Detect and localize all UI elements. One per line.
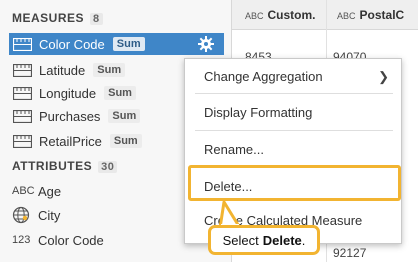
instruction-callout: Select Delete. [208,225,320,255]
chevron-right-icon: ❯ [378,69,389,84]
attribute-item-city[interactable]: City [12,204,60,226]
measure-label: Latitude [39,62,86,78]
gear-icon[interactable] [198,36,214,52]
measure-ruler-icon [12,37,33,51]
aggregation-badge: Sum [104,86,136,100]
aggregation-badge: Sum [109,134,142,148]
measure-ruler-icon [12,63,33,77]
menu-item-display-formatting[interactable]: Display Formatting [185,95,401,129]
measure-ruler-icon [12,109,33,123]
text-type-icon: ABC [337,11,356,21]
column-label: Custom. [267,8,316,22]
measure-label: Longitude [39,85,97,101]
delete-highlight [188,165,401,201]
attribute-item-age[interactable]: ABC Age [12,180,61,202]
menu-divider [195,130,393,131]
column-label: PostalC [359,8,405,22]
measure-label: Purchases [39,108,101,124]
attribute-label: Color Code [38,232,104,248]
attributes-count: 30 [98,161,118,173]
column-header-postalcode[interactable]: ABC PostalC [337,8,404,22]
globe-icon [12,206,30,224]
callout-emphasis: Delete [262,232,302,248]
attribute-label: City [38,207,61,223]
callout-suffix: . [301,232,306,248]
grid-cell: 92127 [333,246,367,260]
menu-item-rename[interactable]: Rename... [185,132,401,166]
measure-item-color-code[interactable]: Color Code Sum [9,33,224,55]
aggregation-badge: Sum [93,63,126,77]
text-type-icon: ABC [12,185,35,197]
measure-ruler-icon [12,134,33,148]
number-type-icon: 123 [12,234,31,246]
column-header-customer[interactable]: ABC Custom. [245,8,316,22]
measure-ruler-icon [12,86,33,100]
text-type-icon: ABC [245,11,264,21]
callout-prefix: Select [222,232,259,248]
menu-item-change-aggregation[interactable]: Change Aggregation ❯ [185,59,401,93]
measures-title: MEASURES [12,11,85,25]
measure-label: Color Code [39,36,105,52]
menu-item-label: Rename... [204,141,264,157]
aggregation-badge: Sum [108,109,141,123]
attributes-title: ATTRIBUTES [12,159,93,173]
measures-header: MEASURES 8 [12,11,103,25]
menu-divider [195,93,393,94]
attribute-item-color-code[interactable]: 123 Color Code [12,229,104,251]
attributes-header: ATTRIBUTES 30 [12,159,118,173]
menu-item-label: Display Formatting [204,104,313,120]
measures-count: 8 [90,13,103,25]
menu-item-label: Change Aggregation [204,68,323,84]
aggregation-badge: Sum [112,37,145,51]
measure-label: RetailPrice [39,133,102,149]
attribute-label: Age [38,183,62,199]
